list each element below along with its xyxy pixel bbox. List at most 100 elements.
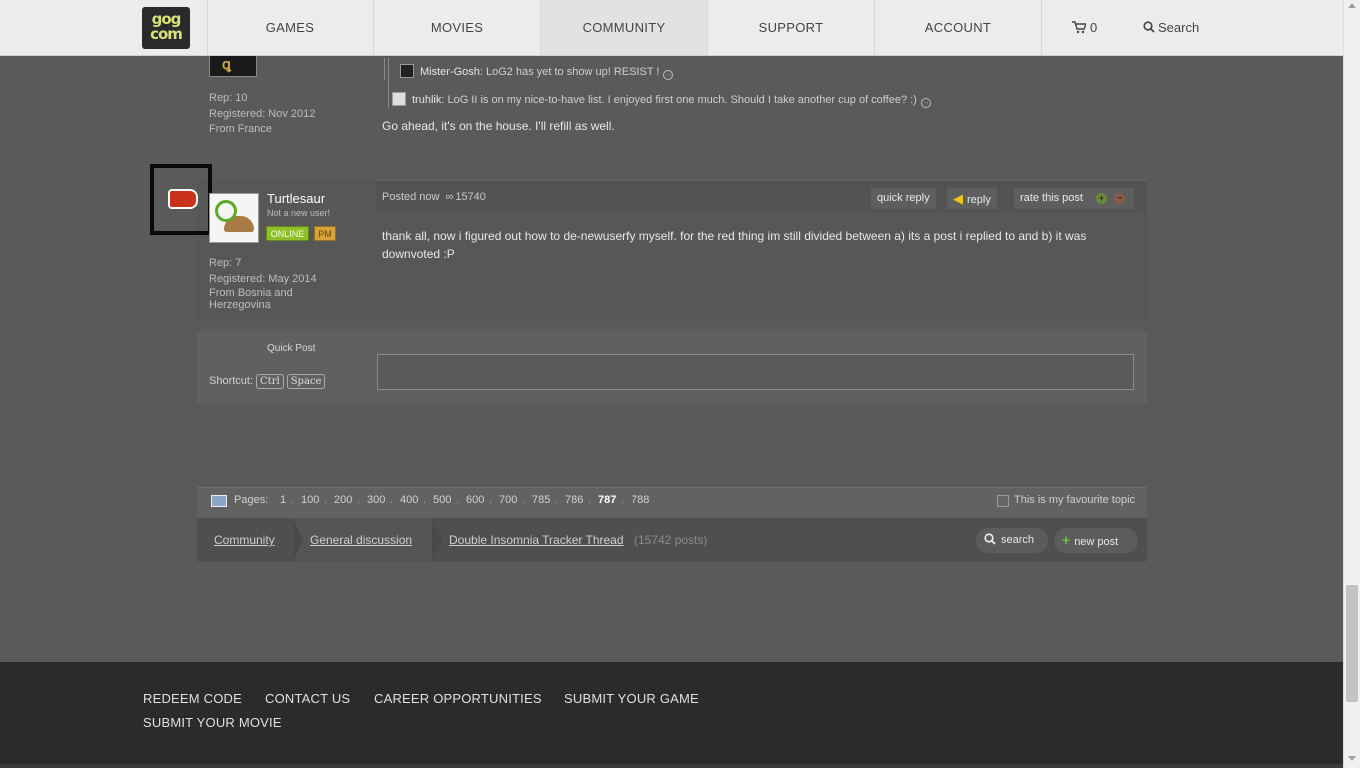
page-separator: . — [423, 494, 427, 506]
breadcrumb-general-discussion[interactable]: General discussion — [310, 533, 412, 547]
search-label: search — [1001, 534, 1035, 546]
page-link[interactable]: 200 — [334, 494, 352, 506]
cart-icon — [1072, 21, 1088, 34]
footer-submit-game[interactable]: SUBMIT YOUR GAME — [564, 691, 699, 706]
nav-account[interactable]: ACCOUNT — [875, 0, 1041, 55]
prev-user-avatar[interactable]: ꝗ — [209, 56, 257, 77]
gog-logo[interactable]: gog com — [142, 7, 190, 49]
page-separator: . — [588, 494, 592, 506]
page-separator: . — [357, 494, 361, 506]
ctrl-key: Ctrl — [256, 374, 284, 389]
quote-bar — [384, 58, 385, 80]
search-icon — [1143, 21, 1155, 33]
page-separator: . — [390, 494, 394, 506]
new-post-label: new post — [1074, 536, 1119, 548]
favourite-label: This is my favourite topic — [1014, 494, 1136, 506]
post-link-icon[interactable]: ∞ — [445, 191, 453, 203]
user-avatar[interactable] — [209, 193, 259, 243]
top-navigation: gog com GAMES MOVIES COMMUNITY SUPPORT A… — [0, 0, 1343, 56]
reply-arrow-icon: ◀ — [953, 191, 963, 206]
quote-line: Mister-Gosh: LoG2 has yet to show up! RE… — [400, 64, 674, 80]
nav-games[interactable]: GAMES — [207, 0, 373, 55]
downvote-icon[interactable]: − — [1114, 193, 1125, 204]
mini-avatar — [392, 92, 406, 106]
scroll-thumb[interactable] — [1346, 585, 1358, 702]
new-post-button[interactable]: + new post — [1054, 528, 1138, 553]
prev-user-registered: Registered: Nov 2012 — [209, 108, 316, 120]
logo-bottom-text: com — [150, 25, 183, 43]
page-link[interactable]: 400 — [400, 494, 418, 506]
quote-jump-icon[interactable]: → — [663, 70, 674, 80]
page-separator: . — [456, 494, 460, 506]
user-from: From Bosnia and Herzegovina — [209, 287, 293, 311]
quick-post-input[interactable] — [377, 354, 1134, 390]
plus-icon: + — [1062, 532, 1071, 548]
online-badge: ONLINE — [266, 226, 309, 241]
user-registered: Registered: May 2014 — [209, 273, 317, 285]
space-key: Space — [286, 374, 326, 389]
page-current: 787 — [598, 494, 617, 506]
page-link[interactable]: 785 — [532, 494, 550, 506]
post-meta: Posted now ∞ 15740 — [382, 191, 486, 203]
breadcrumb-thread[interactable]: Double Insomnia Tracker Thread — [449, 533, 624, 547]
nav-search-button[interactable]: Search — [1143, 0, 1199, 55]
prev-post-text: Go ahead, it's on the house. I'll refill… — [382, 119, 615, 133]
page-link[interactable]: 500 — [433, 494, 451, 506]
page-link[interactable]: 300 — [367, 494, 385, 506]
quote-user[interactable]: Mister-Gosh — [420, 66, 480, 78]
footer-career[interactable]: CAREER OPPORTUNITIES — [374, 691, 542, 706]
breadcrumb-chevron — [293, 518, 303, 562]
nav-movies[interactable]: MOVIES — [374, 0, 540, 55]
cart-button[interactable]: 0 — [1072, 0, 1097, 55]
nav-community[interactable]: COMMUNITY — [541, 0, 707, 55]
post-count: (15742 posts) — [634, 533, 708, 547]
page-link[interactable]: 1 — [280, 494, 286, 506]
mini-avatar — [400, 64, 414, 78]
scroll-down-icon[interactable] — [1348, 756, 1356, 761]
page-link[interactable]: 700 — [499, 494, 517, 506]
username[interactable]: Turtlesaur — [267, 191, 325, 206]
upvote-icon[interactable]: + — [1096, 193, 1107, 204]
quick-post-label: Quick Post — [267, 343, 316, 354]
page-link[interactable]: 786 — [565, 494, 583, 506]
red-tag-icon[interactable] — [168, 189, 198, 209]
footer-contact-us[interactable]: CONTACT US — [265, 691, 350, 706]
page-separator: . — [621, 494, 625, 506]
thread-search-button[interactable]: search — [976, 528, 1048, 553]
scroll-up-icon[interactable] — [1348, 3, 1356, 8]
page-link[interactable]: 100 — [301, 494, 319, 506]
footer-submit-movie[interactable]: SUBMIT YOUR MOVIE — [143, 715, 282, 730]
search-icon — [984, 533, 996, 545]
page-separator: . — [291, 494, 295, 506]
page-link[interactable]: 788 — [631, 494, 649, 506]
quote-jump-icon[interactable]: → — [920, 98, 931, 108]
post-number[interactable]: 15740 — [455, 191, 486, 203]
quote-user[interactable]: truhlik — [412, 94, 441, 106]
page-separator: . — [324, 494, 328, 506]
nav-search-label: Search — [1158, 20, 1200, 35]
posted-time: Posted now — [382, 191, 440, 203]
rate-label: rate this post — [1020, 192, 1083, 204]
reply-button[interactable]: ◀ reply — [947, 188, 997, 209]
pages-icon — [211, 495, 227, 507]
quote-bar — [388, 58, 389, 108]
quote-text: : LoG2 has yet to show up! RESIST ! — [479, 66, 660, 78]
pm-button[interactable]: PM — [314, 226, 336, 241]
page-separator: . — [522, 494, 526, 506]
footer-redeem-code[interactable]: REDEEM CODE — [143, 691, 242, 706]
post-tag-highlight — [150, 164, 212, 235]
breadcrumb-community[interactable]: Community — [214, 533, 275, 547]
nav-support[interactable]: SUPPORT — [708, 0, 874, 55]
user-rep: Rep: 7 — [209, 257, 242, 269]
favourite-checkbox[interactable] — [997, 495, 1009, 507]
quick-reply-button[interactable]: quick reply — [871, 188, 936, 209]
shortcut-hint: Shortcut: Ctrl Space — [209, 374, 326, 389]
turtle-head-icon — [215, 200, 237, 222]
page-separator: . — [489, 494, 493, 506]
rate-post: rate this post + − — [1014, 188, 1134, 209]
prev-user-rep: Rep: 10 — [209, 92, 248, 104]
page-scrollbar[interactable] — [1343, 0, 1360, 768]
user-title: Not a new user! — [267, 208, 331, 218]
shortcut-label: Shortcut: — [209, 375, 254, 387]
page-link[interactable]: 600 — [466, 494, 484, 506]
